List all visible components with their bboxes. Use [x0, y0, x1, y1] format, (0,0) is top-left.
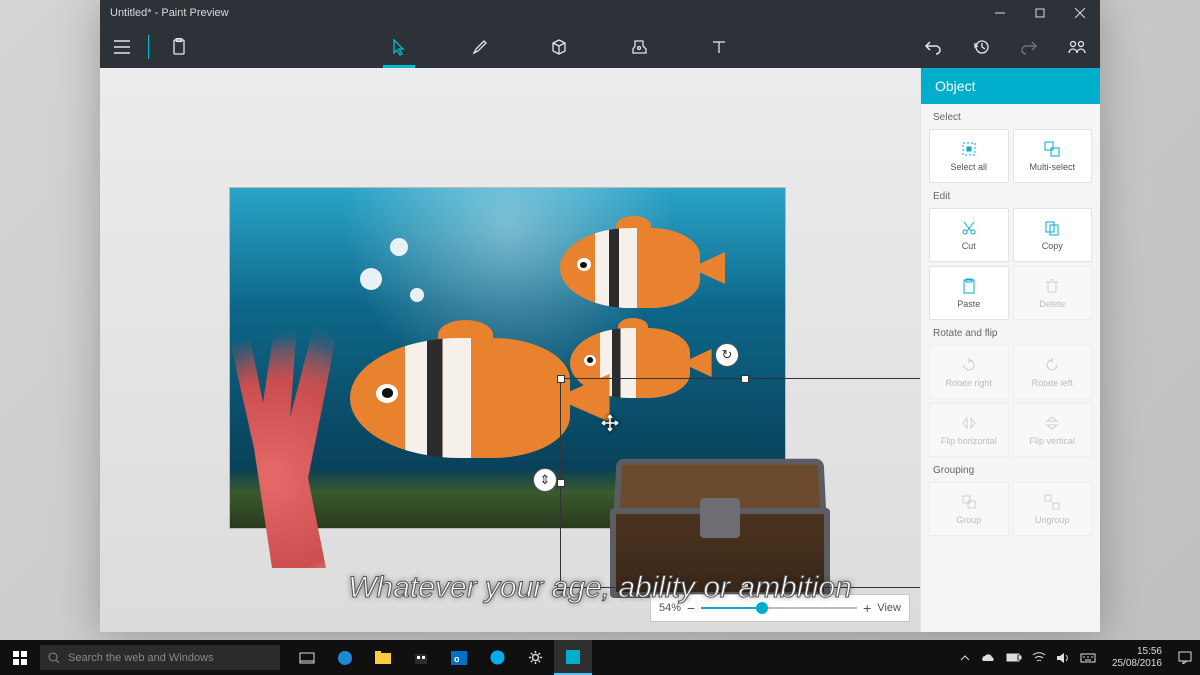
- workspace: ↻ ↷ ⇕ ⟲ 54% − + View Object Select Selec…: [100, 68, 1100, 632]
- history-button[interactable]: [966, 26, 996, 68]
- undo-button[interactable]: [918, 26, 948, 68]
- wifi-icon[interactable]: [1032, 652, 1046, 663]
- edge-icon[interactable]: [326, 640, 364, 675]
- date: 25/08/2016: [1112, 658, 1162, 670]
- section-label-grouping: Grouping: [921, 457, 1100, 482]
- store-icon[interactable]: [402, 640, 440, 675]
- object-panel: Object Select Select all Multi-select Ed…: [920, 68, 1100, 632]
- titlebar: Untitled* - Paint Preview: [100, 0, 1100, 26]
- rotate-right-icon: [961, 356, 977, 374]
- paste-button[interactable]: Paste: [929, 266, 1009, 320]
- 3d-objects-tool[interactable]: [539, 26, 579, 68]
- outlook-icon[interactable]: o: [440, 640, 478, 675]
- svg-text:o: o: [454, 654, 460, 664]
- copy-icon: [1044, 219, 1060, 237]
- rotate-left-icon: [1044, 356, 1060, 374]
- tray-chevron-icon[interactable]: [960, 655, 970, 661]
- trash-icon: [1044, 277, 1060, 295]
- clownfish-object[interactable]: [560, 228, 700, 308]
- taskbar-search[interactable]: Search the web and Windows: [40, 645, 280, 670]
- start-button[interactable]: [0, 640, 40, 675]
- zoom-in-button[interactable]: +: [863, 600, 871, 616]
- time: 15:56: [1112, 646, 1162, 658]
- delete-button[interactable]: Delete: [1013, 266, 1093, 320]
- toolbar: [100, 26, 1100, 68]
- depth-handle-icon[interactable]: ⇕: [533, 468, 557, 492]
- resize-handle[interactable]: [741, 375, 749, 383]
- action-center-icon[interactable]: [1178, 651, 1192, 664]
- minimize-button[interactable]: [980, 0, 1020, 26]
- community-button[interactable]: [1062, 26, 1092, 68]
- rotate-left-button[interactable]: Rotate left: [1013, 345, 1093, 399]
- paste-icon: [961, 277, 977, 295]
- clownfish-object[interactable]: [350, 338, 570, 458]
- zoom-slider[interactable]: [701, 607, 857, 609]
- video-caption: Whatever your age, ability or ambition: [348, 571, 852, 605]
- section-label-edit: Edit: [921, 183, 1100, 208]
- close-button[interactable]: [1060, 0, 1100, 26]
- paint-preview-taskbar-icon[interactable]: [554, 640, 592, 675]
- paint-preview-window: Untitled* - Paint Preview: [100, 0, 1100, 632]
- keyboard-icon[interactable]: [1080, 653, 1096, 663]
- rotate-right-button[interactable]: Rotate right: [929, 345, 1009, 399]
- section-label-select: Select: [921, 104, 1100, 129]
- stickers-tool[interactable]: [619, 26, 659, 68]
- select-all-button[interactable]: Select all: [929, 129, 1009, 183]
- move-cursor-icon: [600, 413, 620, 433]
- maximize-button[interactable]: [1020, 0, 1060, 26]
- resize-handle[interactable]: [557, 375, 565, 383]
- system-tray: 15:56 25/08/2016: [952, 640, 1200, 675]
- file-explorer-icon[interactable]: [364, 640, 402, 675]
- clock[interactable]: 15:56 25/08/2016: [1106, 646, 1168, 670]
- task-icons: o: [288, 640, 592, 675]
- window-title: Untitled* - Paint Preview: [110, 7, 229, 19]
- redo-button[interactable]: [1014, 26, 1044, 68]
- select-all-icon: [961, 140, 977, 158]
- task-view-icon[interactable]: [288, 640, 326, 675]
- flip-h-icon: [961, 414, 977, 432]
- select-tool[interactable]: [379, 26, 419, 68]
- group-icon: [961, 493, 977, 511]
- canvas-area[interactable]: ↻ ↷ ⇕ ⟲ 54% − + View: [100, 68, 920, 632]
- flip-horizontal-button[interactable]: Flip horizontal: [929, 403, 1009, 457]
- cut-button[interactable]: Cut: [929, 208, 1009, 262]
- multi-select-icon: [1044, 140, 1060, 158]
- panel-header: Object: [921, 68, 1100, 104]
- section-label-rotate: Rotate and flip: [921, 320, 1100, 345]
- onedrive-icon[interactable]: [980, 653, 996, 663]
- clipboard-button[interactable]: [159, 26, 199, 68]
- search-placeholder: Search the web and Windows: [68, 652, 214, 664]
- volume-icon[interactable]: [1056, 652, 1070, 664]
- flip-v-icon: [1044, 414, 1060, 432]
- brush-tool[interactable]: [459, 26, 499, 68]
- selection-box[interactable]: [560, 378, 920, 588]
- skype-icon[interactable]: [478, 640, 516, 675]
- settings-icon[interactable]: [516, 640, 554, 675]
- scissors-icon: [961, 219, 977, 237]
- text-tool[interactable]: [699, 26, 739, 68]
- multi-select-button[interactable]: Multi-select: [1013, 129, 1093, 183]
- view-label[interactable]: View: [877, 602, 901, 614]
- menu-button[interactable]: [100, 26, 144, 68]
- ungroup-icon: [1044, 493, 1060, 511]
- rotate-handle-icon[interactable]: ↻: [715, 343, 739, 367]
- ungroup-button[interactable]: Ungroup: [1013, 482, 1093, 536]
- taskbar: Search the web and Windows o 15:56 25/08…: [0, 640, 1200, 675]
- flip-vertical-button[interactable]: Flip vertical: [1013, 403, 1093, 457]
- toolbar-divider: [148, 35, 149, 59]
- battery-icon[interactable]: [1006, 653, 1022, 662]
- resize-handle[interactable]: [557, 479, 565, 487]
- copy-button[interactable]: Copy: [1013, 208, 1093, 262]
- group-button[interactable]: Group: [929, 482, 1009, 536]
